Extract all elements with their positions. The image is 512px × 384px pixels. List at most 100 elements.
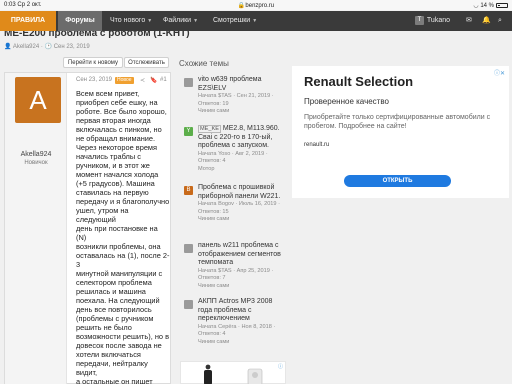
post-text-line: а остальные он пишет bbox=[76, 377, 153, 384]
bookmark-icon[interactable]: 🔖 bbox=[150, 77, 157, 84]
ad-title[interactable]: Renault Selection bbox=[304, 74, 413, 89]
similar-thread-meta: Ответов: 7 bbox=[198, 275, 226, 281]
similar-thread-meta: Мотор bbox=[198, 165, 215, 172]
post-text-line: передачи, нейтралку видит, bbox=[76, 359, 148, 377]
ad-info-icon[interactable]: ⓘ bbox=[278, 363, 283, 370]
post-text-line: Через некоторое время bbox=[76, 143, 158, 152]
similar-thread-title[interactable]: панель w211 проблема с отображением сегм… bbox=[198, 242, 286, 268]
post-text-line: селектором проблема bbox=[76, 278, 152, 287]
post-text-line: момент начался холода bbox=[76, 170, 159, 179]
similar-thread-meta: Чиним сами bbox=[198, 216, 230, 222]
similar-thread-text: ME_KE ME2.8, M113.960. Сваi с 220-го в 1… bbox=[198, 125, 286, 173]
address-bar[interactable]: 🔒benzpro.ru bbox=[0, 2, 512, 9]
ad-info-icon[interactable]: ⓘ✕ bbox=[494, 68, 505, 77]
chevron-down-icon: ▼ bbox=[147, 18, 153, 24]
post-text-line: минутной манипуляции с bbox=[76, 269, 163, 278]
thread-prefix-tag[interactable]: ME_KE bbox=[198, 125, 221, 133]
post-text-line: приобрел себе ешку, на bbox=[76, 98, 158, 107]
thread-avatar-icon[interactable] bbox=[184, 300, 193, 309]
similar-thread-title[interactable]: Проблема с прошивкой приборной панели W2… bbox=[198, 184, 286, 201]
similar-thread-text: Проблема с прошивкой приборной панели W2… bbox=[198, 184, 286, 224]
similar-thread-meta: Ответов: 19 bbox=[198, 100, 229, 107]
post-date[interactable]: Сен 23, 2019 bbox=[76, 77, 112, 83]
new-badge: Новое bbox=[115, 77, 134, 84]
post-text-line: начались траблы с bbox=[76, 152, 141, 161]
post-number[interactable]: #1 bbox=[160, 77, 167, 83]
nav-user-menu[interactable]: T Tukano bbox=[414, 11, 450, 31]
ad-subtitle: Проверенное качество bbox=[304, 97, 389, 106]
nav-watch[interactable]: Смотрешки ▼ bbox=[213, 11, 257, 31]
thread-avatar-icon[interactable] bbox=[184, 78, 193, 87]
post-text-line: ручником, и в этот же bbox=[76, 161, 150, 170]
post-text-line: первая вторая иногда bbox=[76, 116, 151, 125]
watch-button[interactable]: Отслеживать bbox=[124, 57, 169, 68]
chevron-down-icon: ▼ bbox=[252, 18, 258, 24]
similar-thread-meta: Чиним сами bbox=[198, 282, 230, 289]
page-title: ME-E200 проблема с роботом (1-KHT) bbox=[4, 31, 190, 39]
user-avatar: T bbox=[414, 15, 424, 25]
similar-thread-meta: Начата $TAS · Апр 25, 2019 · bbox=[198, 267, 274, 274]
thread-avatar-icon[interactable]: B bbox=[184, 186, 193, 195]
post-user-panel: A Akella924 Новичок bbox=[5, 73, 67, 384]
thread-avatar-icon[interactable]: Y bbox=[184, 127, 193, 136]
ad-banner-small[interactable]: ⓘ bbox=[180, 361, 286, 384]
battery-icon bbox=[496, 2, 508, 8]
nav-files[interactable]: Файлики ▼ bbox=[163, 11, 198, 31]
post-text-line: передачу и я благополучно bbox=[76, 197, 170, 206]
post-text-line: оставалась на (1), после 2-3 bbox=[76, 251, 170, 269]
post-text-line: включалась с пинком, но bbox=[76, 125, 162, 134]
search-icon[interactable]: ⌕ bbox=[498, 11, 510, 31]
top-navbar: ПРАВИЛА Форумы Что нового ▼ Файлики ▼ Смот… bbox=[0, 11, 512, 31]
ad-domain[interactable]: renault.ru bbox=[304, 142, 329, 148]
similar-thread-meta: Начата Yoso · Авг 2, 2019 · bbox=[198, 150, 268, 157]
similar-thread-title[interactable]: ME_KE ME2.8, M113.960. Сваi с 220-го в 1… bbox=[198, 125, 286, 151]
post-text-line: решить не было bbox=[76, 323, 132, 332]
post-text-line: день все повторилось bbox=[76, 305, 152, 314]
nav-forums[interactable]: Форумы bbox=[58, 11, 102, 31]
nav-whats-new[interactable]: Что нового ▼ bbox=[110, 11, 152, 31]
ad-banner[interactable]: ⓘ✕ Renault Selection Проверенное качеств… bbox=[292, 66, 509, 198]
similar-thread-title-text[interactable]: Проблема с прошивкой приборной панели W2… bbox=[198, 184, 280, 200]
post-text-line: решилась и машина bbox=[76, 287, 146, 296]
post-text-line: ставилась на первую bbox=[76, 188, 149, 197]
post-body: Всем всем привет, приобрел себе ешку, на р… bbox=[76, 89, 170, 384]
post-text-line: поехала. На следующий bbox=[76, 296, 160, 305]
post-text-line: возможности решить), но в bbox=[76, 332, 170, 341]
post-text-line: ушел, утром на следующий bbox=[76, 206, 129, 224]
wifi-icon: ◡ bbox=[473, 3, 479, 9]
post-text-line: (проблемы с ручником bbox=[76, 314, 154, 323]
similar-thread-title[interactable]: vito w639 проблема EZS\ELV bbox=[198, 76, 286, 93]
goto-new-button[interactable]: Перейти к новому bbox=[63, 57, 123, 68]
chevron-down-icon: ▼ bbox=[193, 18, 199, 24]
ad-product-image bbox=[247, 368, 263, 384]
thread-avatar-icon[interactable] bbox=[184, 244, 193, 253]
bell-icon[interactable]: 🔔 bbox=[482, 11, 496, 31]
ad-open-button[interactable]: ОТКРЫТЬ bbox=[344, 175, 451, 187]
similar-thread-meta: Ответов: 4 bbox=[198, 158, 226, 164]
ad-person-image bbox=[204, 364, 212, 384]
post-text-line: роботе. Все было хорошо, bbox=[76, 107, 167, 116]
clock-icon: 🕑 bbox=[44, 44, 53, 50]
similar-thread-title-text[interactable]: vito w639 проблема EZS\ELV bbox=[198, 76, 261, 92]
similar-thread-title[interactable]: АКПП Actros MP3 2008 года проблема с пер… bbox=[198, 298, 286, 324]
messages-icon[interactable]: ✉ bbox=[466, 11, 480, 31]
similar-thread-meta: Чиним сами bbox=[198, 338, 230, 345]
similar-thread-title-text[interactable]: АКПП Actros MP3 2008 года проблема с пер… bbox=[198, 298, 272, 322]
avatar[interactable]: A bbox=[15, 77, 61, 123]
post-username[interactable]: Akella924 bbox=[5, 151, 67, 158]
similar-thread-text: панель w211 проблема с отображением сегм… bbox=[198, 242, 286, 290]
post-header: Сен 23, 2019 Новое ≺ 🔖 #1 bbox=[76, 77, 170, 86]
post-text-line: не обращал внимание. bbox=[76, 134, 156, 143]
similar-thread-title-text[interactable]: панель w211 проблема с отображением сегм… bbox=[198, 242, 281, 266]
status-bar: 0:03 Ср 2 окт. 🔒benzpro.ru ◡ 14 % bbox=[0, 0, 512, 10]
similar-thread-meta: Начата $TAS · Сен 21, 2019 · bbox=[198, 93, 274, 99]
similar-thread-text: vito w639 проблема EZS\ELV Начата $TAS · … bbox=[198, 76, 286, 116]
similar-thread-text: АКПП Actros MP3 2008 года проблема с пер… bbox=[198, 298, 286, 346]
nav-rules[interactable]: ПРАВИЛА bbox=[0, 11, 56, 31]
thread-meta: 👤 Akella924 · 🕑 Сен 23, 2019 bbox=[4, 44, 90, 50]
share-icon[interactable]: ≺ bbox=[140, 77, 145, 84]
similar-thread-meta: Начата Серёга · Ноя 8, 2018 · Ответов: 4 bbox=[198, 323, 276, 338]
similar-thread-meta: Начата Bogov · Июль 16, 2019 · Ответов: … bbox=[198, 201, 280, 215]
similar-threads-title: Схожие темы bbox=[179, 59, 229, 68]
post-text-line: возникли проблемы, она bbox=[76, 242, 161, 251]
